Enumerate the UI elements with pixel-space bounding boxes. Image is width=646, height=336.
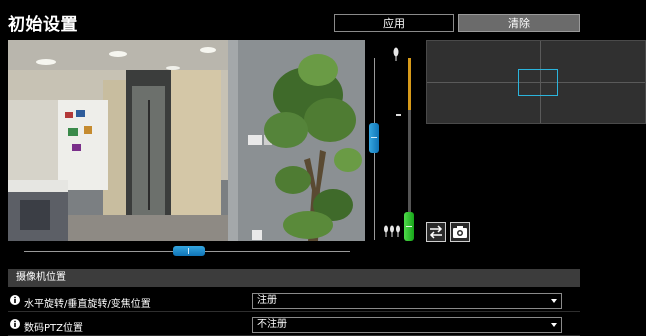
camera-live-view[interactable] [8,40,365,241]
info-icon[interactable] [10,295,20,305]
tilt-slider-handle[interactable] [369,123,379,153]
snapshot-button[interactable] [450,222,470,242]
zoom-range-indicator [408,58,411,110]
zoom-slider-handle[interactable] [404,212,414,241]
camera-icon [453,226,467,238]
settings-row-ptz-position: 水平旋转/垂直旋转/变焦位置 注册 [8,292,580,312]
digital-ptz-select[interactable]: 不注册 [252,317,562,333]
minimap-view-frame[interactable] [518,69,558,96]
ptz-position-label: 水平旋转/垂直旋转/变焦位置 [24,299,151,310]
chevron-down-icon [551,299,557,303]
settings-row-digital-ptz: 数码PTZ位置 不注册 [8,316,580,336]
three-trees-icon [383,222,401,241]
swap-arrows-button[interactable] [426,222,446,242]
swap-arrows-icon [429,225,443,239]
apply-button[interactable]: 应用 [334,14,454,32]
ptz-position-select[interactable]: 注册 [252,293,562,309]
zoom-tick-mark [396,114,401,116]
clear-button[interactable]: 清除 [458,14,580,32]
pan-slider-handle[interactable] [173,246,205,256]
digital-ptz-value: 不注册 [257,319,287,330]
position-minimap[interactable] [426,40,646,124]
ptz-position-value: 注册 [257,295,277,306]
digital-ptz-label: 数码PTZ位置 [24,323,83,334]
chevron-down-icon [551,323,557,327]
info-icon[interactable] [10,319,20,329]
single-tree-icon [393,46,399,65]
page-title: 初始设置 [8,15,78,35]
camera-position-header: 摄像机位置 [8,269,580,287]
